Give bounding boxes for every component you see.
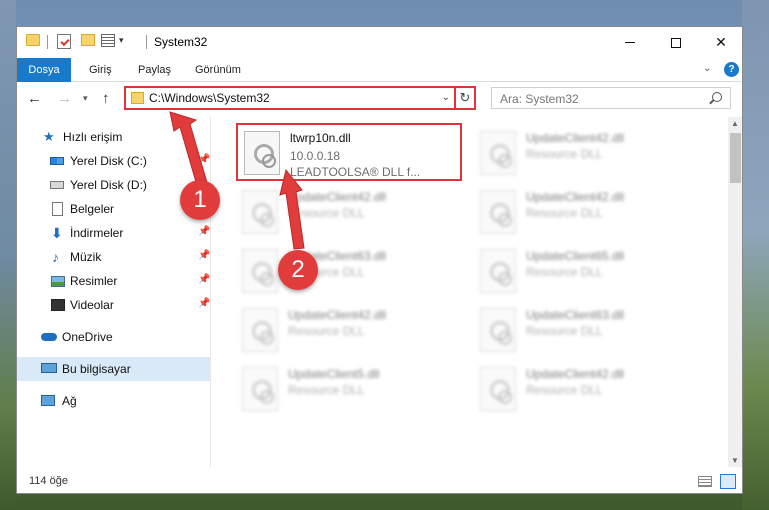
arrow-2-icon — [279, 168, 305, 250]
step-2-badge: 2 — [278, 250, 318, 290]
arrow-1-icon — [169, 111, 209, 190]
annotation-arrows — [169, 111, 305, 250]
step-1-badge: 1 — [180, 180, 220, 220]
